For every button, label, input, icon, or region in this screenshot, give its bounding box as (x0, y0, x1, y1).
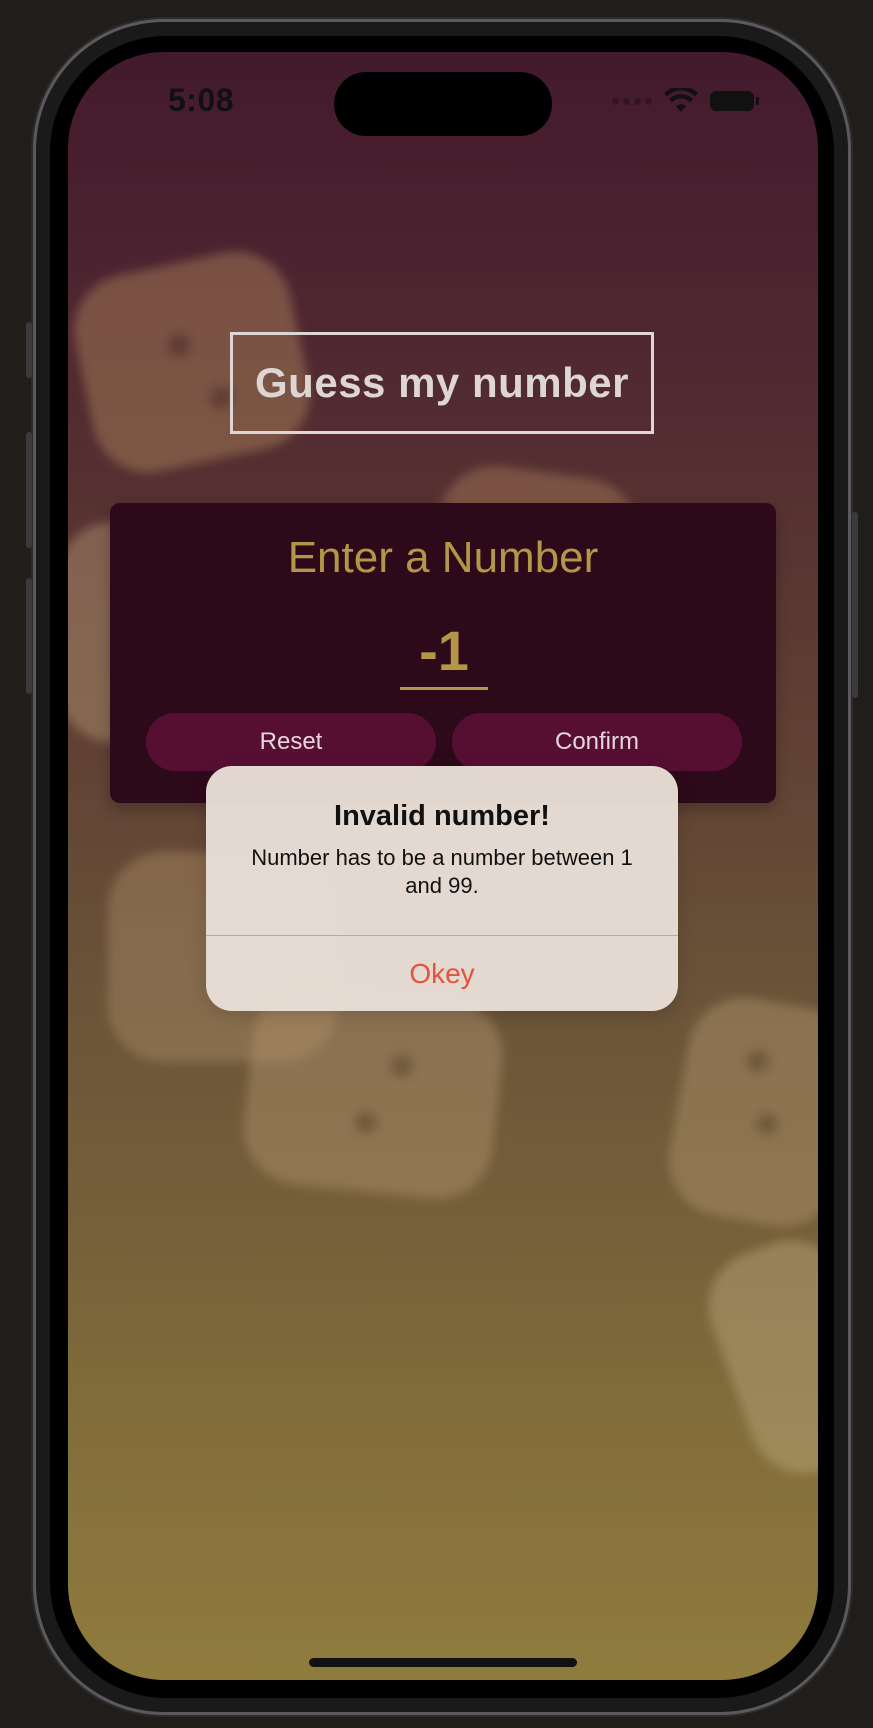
dynamic-island (334, 72, 552, 136)
power-button (852, 512, 858, 698)
volume-down-button (26, 578, 32, 694)
battery-icon (710, 91, 759, 111)
app-screen: 5:08 Guess my number Enter a Number Rese… (68, 52, 818, 1680)
home-indicator[interactable] (309, 1658, 577, 1667)
alert-dialog: Invalid number! Number has to be a numbe… (206, 766, 678, 1011)
card-heading: Enter a Number (287, 533, 599, 582)
volume-up-button (26, 432, 32, 548)
signal-dots-icon (612, 97, 652, 105)
alert-message: Number has to be a number between 1 and … (251, 845, 633, 898)
status-icons (612, 88, 759, 114)
reset-button[interactable]: Reset (146, 713, 436, 771)
alert-title: Invalid number! (334, 800, 550, 832)
okey-button[interactable]: Okey (206, 936, 678, 1011)
confirm-button[interactable]: Confirm (452, 713, 742, 771)
number-input-card: Enter a Number Reset Confirm (110, 503, 776, 803)
action-button (26, 322, 32, 378)
number-input[interactable] (400, 613, 488, 690)
page-title: Guess my number (230, 332, 654, 434)
wifi-icon (664, 88, 698, 112)
status-time: 5:08 (168, 82, 235, 118)
